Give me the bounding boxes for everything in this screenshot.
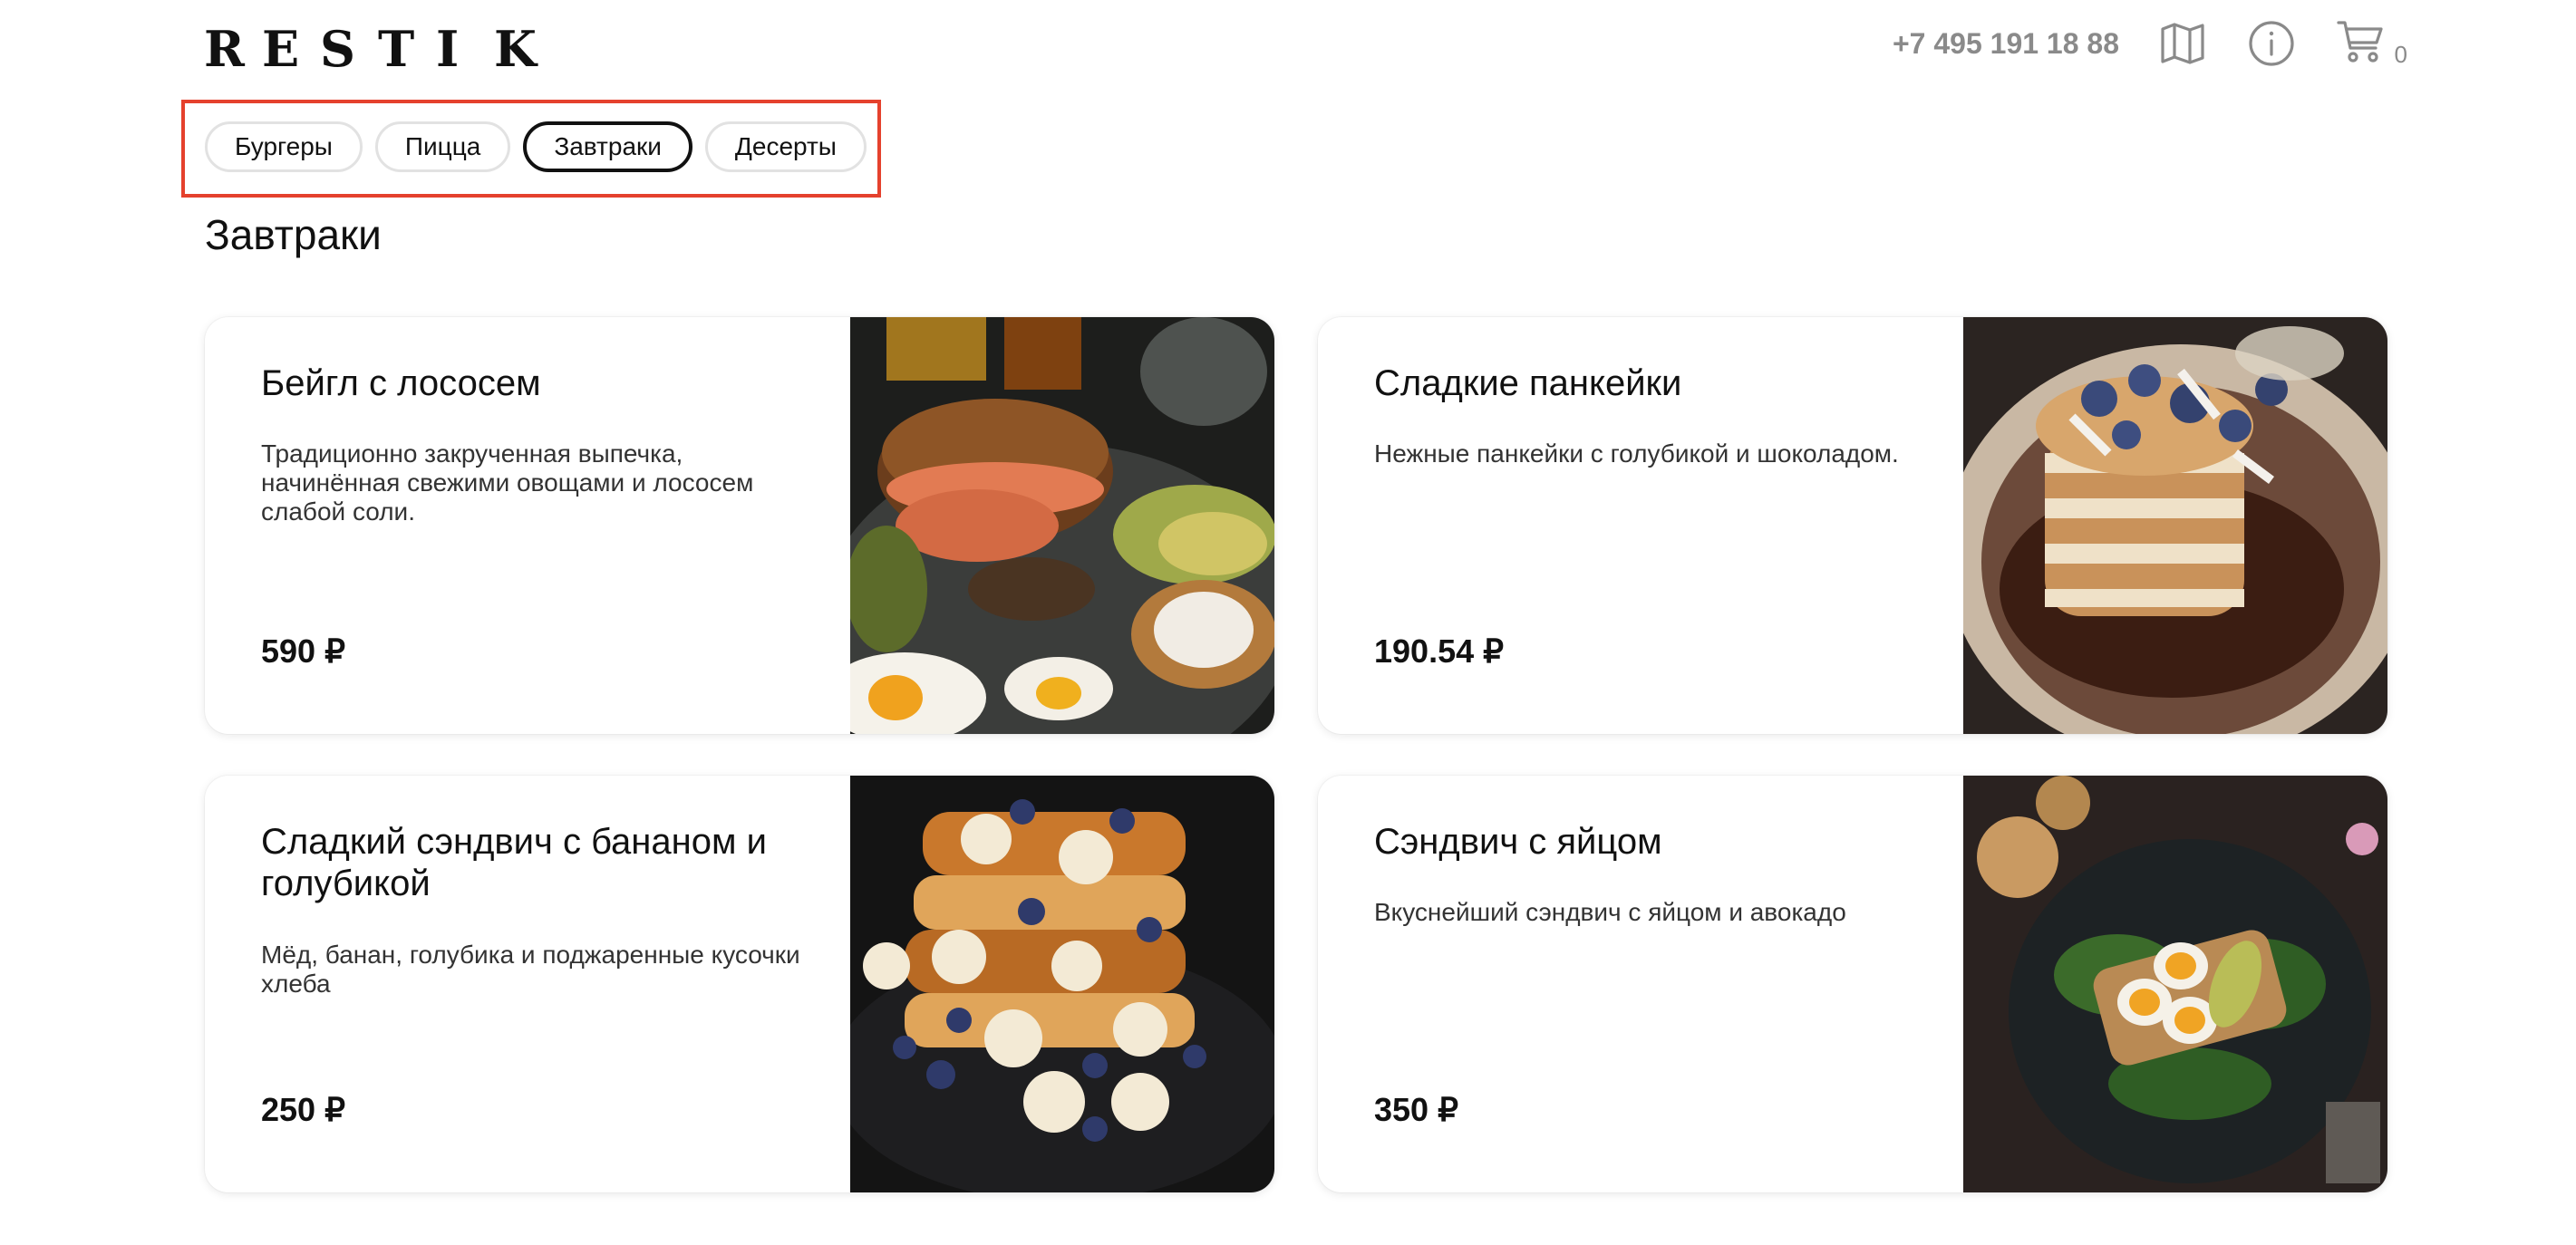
restik-logo[interactable]: R E S T I K <box>204 20 552 78</box>
logo-letter: E <box>262 20 320 78</box>
product-description: Мёд, банан, голубика и поджаренные кусоч… <box>261 941 800 998</box>
phone-link[interactable]: +7 495 191 18 88 <box>1893 27 2119 61</box>
info-icon[interactable] <box>2246 18 2297 69</box>
logo-letter: R <box>204 20 262 78</box>
product-info: Сэндвич с яйцом Вкуснейший сэндвич с яйц… <box>1318 776 2106 1192</box>
product-description: Вкуснейший сэндвич с яйцом и авокадо <box>1374 898 1846 926</box>
product-price: 590 ₽ <box>261 632 345 670</box>
product-price: 350 ₽ <box>1374 1091 1458 1128</box>
product-title: Сладкие панкейки <box>1374 363 1682 403</box>
product-info: Сладкие панкейки Нежные панкейки с голуб… <box>1318 317 2106 734</box>
map-icon[interactable] <box>2157 18 2208 69</box>
section-title: Завтраки <box>205 211 382 258</box>
tab-breakfast[interactable]: Завтраки <box>523 121 692 172</box>
product-photo <box>850 317 1274 734</box>
product-photo <box>1963 317 2387 734</box>
cart-icon <box>2336 17 2385 70</box>
product-price: 250 ₽ <box>261 1091 345 1128</box>
cart-count: 0 <box>2394 41 2407 68</box>
page: R E S T I K +7 495 191 18 88 0 Бургеры П… <box>0 0 2576 1245</box>
product-card[interactable]: Бейгл с лососем Традиционно закрученная … <box>205 317 1274 734</box>
logo-letter: K <box>494 20 552 78</box>
header-actions: +7 495 191 18 88 0 <box>1893 17 2407 70</box>
product-description: Традиционно закрученная выпечка, начинён… <box>261 439 754 526</box>
logo-letter: T <box>378 20 436 78</box>
product-card[interactable]: Сэндвич с яйцом Вкуснейший сэндвич с яйц… <box>1318 776 2387 1192</box>
category-tabs: Бургеры Пицца Завтраки Десерты <box>205 121 867 172</box>
tab-pizza[interactable]: Пицца <box>374 121 511 172</box>
product-title: Сэндвич с яйцом <box>1374 822 1662 862</box>
product-description: Нежные панкейки с голубикой и шоколадом. <box>1374 439 1899 468</box>
logo-letter: S <box>320 20 378 78</box>
product-card[interactable]: Сладкие панкейки Нежные панкейки с голуб… <box>1318 317 2387 734</box>
product-price: 190.54 ₽ <box>1374 632 1505 670</box>
product-card[interactable]: Сладкий сэндвич с бананом и голубикой Мё… <box>205 776 1274 1192</box>
product-photo <box>850 776 1274 1192</box>
tab-burgers[interactable]: Бургеры <box>205 121 363 172</box>
product-title: Бейгл с лососем <box>261 363 541 403</box>
logo-letter: I <box>436 20 494 78</box>
product-info: Сладкий сэндвич с бананом и голубикой Мё… <box>205 776 993 1192</box>
product-title: Сладкий сэндвич с бананом и голубикой <box>261 822 767 903</box>
product-photo <box>1963 776 2387 1192</box>
cart-button[interactable]: 0 <box>2335 17 2407 70</box>
product-info: Бейгл с лососем Традиционно закрученная … <box>205 317 993 734</box>
tab-desserts[interactable]: Десерты <box>704 121 867 172</box>
